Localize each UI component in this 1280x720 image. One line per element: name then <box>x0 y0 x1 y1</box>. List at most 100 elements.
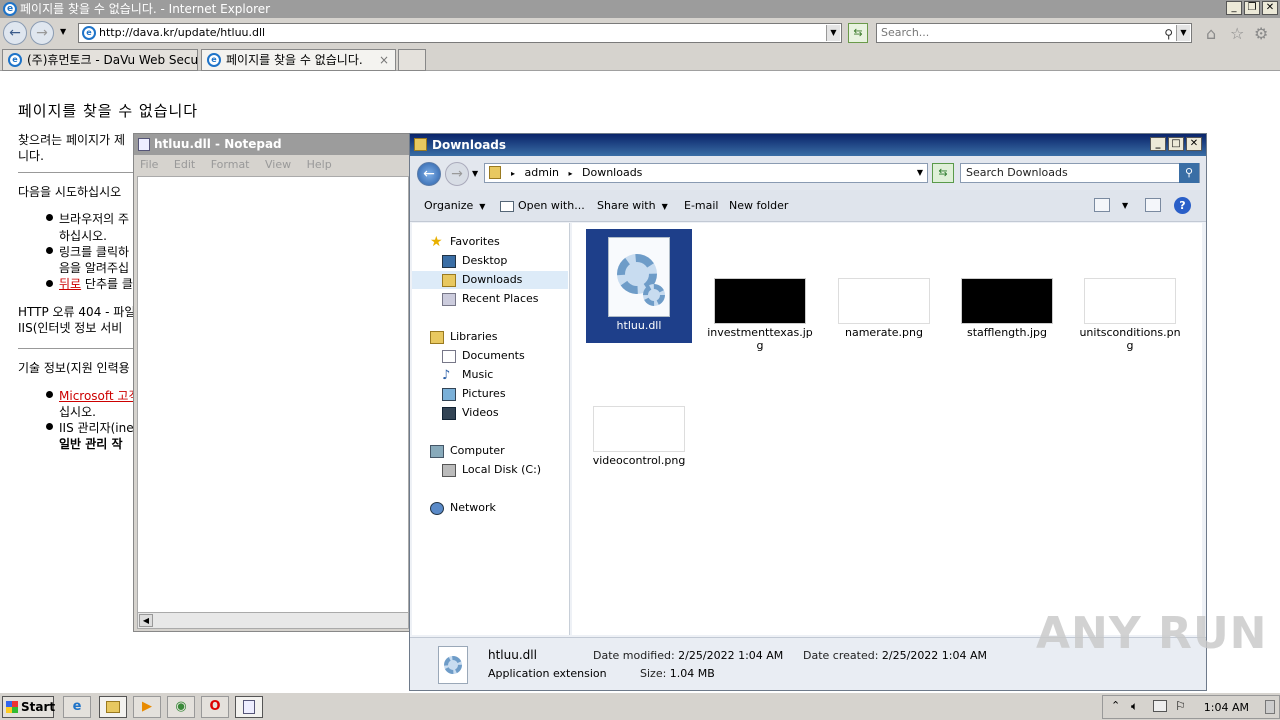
view-icon[interactable] <box>1094 198 1110 212</box>
image-thumbnail <box>838 278 930 324</box>
nav-local-disk[interactable]: Local Disk (C:) <box>442 461 541 479</box>
notepad-text-area[interactable] <box>137 176 409 614</box>
horizontal-scrollbar[interactable]: ◀ <box>137 612 409 629</box>
file-item[interactable]: unitsconditions.png <box>1077 278 1183 352</box>
refresh-button[interactable]: ⇆ <box>848 23 868 43</box>
refresh-button[interactable]: ⇆ <box>932 163 954 183</box>
nav-videos[interactable]: Videos <box>442 404 499 422</box>
nav-libraries[interactable]: Libraries <box>430 328 498 346</box>
open-with-label: Open with... <box>518 199 585 212</box>
forward-button[interactable]: → <box>445 162 469 186</box>
menu-view[interactable]: View <box>265 158 291 171</box>
forward-button[interactable]: → <box>30 21 54 45</box>
home-icon[interactable]: ⌂ <box>1206 24 1216 43</box>
close-tab-icon[interactable]: × <box>379 50 389 70</box>
nav-pictures[interactable]: Pictures <box>442 385 506 403</box>
close-button[interactable]: ✕ <box>1186 137 1202 151</box>
search-input[interactable]: Search... ⚲ ▼ <box>876 23 1192 43</box>
detail-file-name: htluu.dll <box>488 648 537 662</box>
taskbar-notepad-icon[interactable] <box>235 696 263 718</box>
taskbar-ie-icon[interactable]: e <box>63 696 91 718</box>
notepad-title: htluu.dll - Notepad <box>154 137 282 151</box>
nav-documents[interactable]: Documents <box>442 347 525 365</box>
file-name: videocontrol.png <box>592 454 686 467</box>
email-button[interactable]: E-mail <box>684 199 719 212</box>
minimize-button[interactable]: _ <box>1226 1 1242 15</box>
help-icon[interactable]: ? <box>1174 197 1191 214</box>
taskbar-media-player-icon[interactable]: ▶ <box>133 696 161 718</box>
bullet <box>46 280 53 287</box>
taskbar-opera-icon[interactable]: O <box>201 696 229 718</box>
open-with-button[interactable]: Open with... <box>500 199 585 212</box>
favorites-star-icon[interactable]: ☆ <box>1230 24 1244 43</box>
nav-desktop[interactable]: Desktop <box>442 252 507 270</box>
nav-network[interactable]: Network <box>430 499 496 517</box>
history-dropdown-icon[interactable]: ▼ <box>60 27 66 36</box>
volume-icon[interactable]: 🔈︎ <box>1131 699 1138 714</box>
taskbar-chrome-icon[interactable]: ◉ <box>167 696 195 718</box>
image-thumbnail <box>961 278 1053 324</box>
nav-label: Recent Places <box>462 292 539 305</box>
page-text: IIS(인터넷 정보 서비 <box>18 321 123 335</box>
back-button[interactable]: ← <box>417 162 441 186</box>
tab-humantalk[interactable]: e (주)휴먼토크 - DaVu Web Secu... <box>2 49 198 71</box>
file-item[interactable]: namerate.png <box>831 278 937 339</box>
show-hidden-icons-icon[interactable]: ⌃ <box>1111 699 1120 712</box>
new-folder-button[interactable]: New folder <box>729 199 788 212</box>
close-button[interactable]: ✕ <box>1262 1 1278 15</box>
chevron-down-icon[interactable]: ▼ <box>917 164 923 182</box>
nav-downloads[interactable]: Downloads <box>412 271 568 289</box>
file-item[interactable]: stafflength.jpg <box>954 278 1060 339</box>
breadcrumb-downloads[interactable]: Downloads <box>582 166 642 179</box>
share-with-button[interactable]: Share with ▼ <box>597 199 668 212</box>
nav-recent-places[interactable]: Recent Places <box>442 290 539 308</box>
restore-button[interactable]: ❐ <box>1244 1 1260 15</box>
search-icon[interactable]: ⚲ <box>1179 163 1199 183</box>
maximize-button[interactable]: □ <box>1168 137 1184 151</box>
menu-format[interactable]: Format <box>211 158 250 171</box>
chevron-down-icon: ▼ <box>479 202 486 211</box>
gear-icon[interactable]: ⚙ <box>1254 24 1268 43</box>
nav-label: Videos <box>462 406 499 419</box>
breadcrumb[interactable]: ▸ admin ▸ Downloads ▼ <box>484 163 928 183</box>
file-item[interactable]: videocontrol.png <box>586 406 692 467</box>
nav-computer[interactable]: Computer <box>430 442 505 460</box>
network-tray-icon[interactable] <box>1153 700 1167 712</box>
search-downloads-input[interactable]: Search Downloads ⚲ <box>960 163 1200 183</box>
microsoft-support-link[interactable]: Microsoft 고객 <box>59 387 140 404</box>
flag-icon[interactable]: ⚐ <box>1175 699 1186 713</box>
menu-help[interactable]: Help <box>307 158 332 171</box>
breadcrumb-admin[interactable]: admin <box>525 166 559 179</box>
scroll-left-icon[interactable]: ◀ <box>139 614 153 627</box>
file-item[interactable]: htluu.dll <box>586 229 692 343</box>
taskbar-explorer-icon[interactable] <box>99 696 127 718</box>
clock[interactable]: 1:04 AM <box>1204 701 1249 714</box>
preview-pane-icon[interactable] <box>1145 198 1161 212</box>
menu-edit[interactable]: Edit <box>174 158 195 171</box>
address-bar[interactable]: e http://dava.kr/update/htluu.dll ▼ <box>78 23 842 43</box>
show-desktop-button[interactable] <box>1265 700 1275 714</box>
search-dropdown-icon[interactable]: ▼ <box>1176 25 1190 41</box>
image-thumbnail <box>1084 278 1176 324</box>
address-dropdown-icon[interactable]: ▼ <box>826 25 840 41</box>
notepad-window: htluu.dll - Notepad File Edit Format Vie… <box>133 133 411 632</box>
view-dropdown-icon[interactable]: ▼ <box>1122 201 1128 210</box>
organize-button[interactable]: Organize ▼ <box>424 199 485 212</box>
recent-pages-icon[interactable]: ▼ <box>472 169 478 178</box>
nav-music[interactable]: ♪ Music <box>442 366 493 384</box>
back-button[interactable]: ← <box>3 21 27 45</box>
detail-file-type: Application extension <box>488 667 607 680</box>
tab-not-found[interactable]: e 페이지를 찾을 수 없습니다. × <box>201 49 396 71</box>
notepad-icon <box>138 138 150 151</box>
ie-titlebar: e 페이지를 찾을 수 없습니다. - Internet Explorer _ … <box>0 0 1280 18</box>
page-text: 다음을 시도하십시오 <box>18 185 122 199</box>
minimize-button[interactable]: _ <box>1150 137 1166 151</box>
start-button[interactable]: Start <box>2 696 55 718</box>
back-link[interactable]: 뒤로 <box>59 277 81 291</box>
nav-favorites[interactable]: ★ Favorites <box>430 233 500 251</box>
file-item[interactable]: investmenttexas.jpg <box>707 278 813 352</box>
menu-file[interactable]: File <box>140 158 158 171</box>
search-icon[interactable]: ⚲ <box>1164 25 1173 43</box>
detail-created: 2/25/2022 1:04 AM <box>881 649 988 662</box>
new-tab-button[interactable] <box>398 49 426 71</box>
